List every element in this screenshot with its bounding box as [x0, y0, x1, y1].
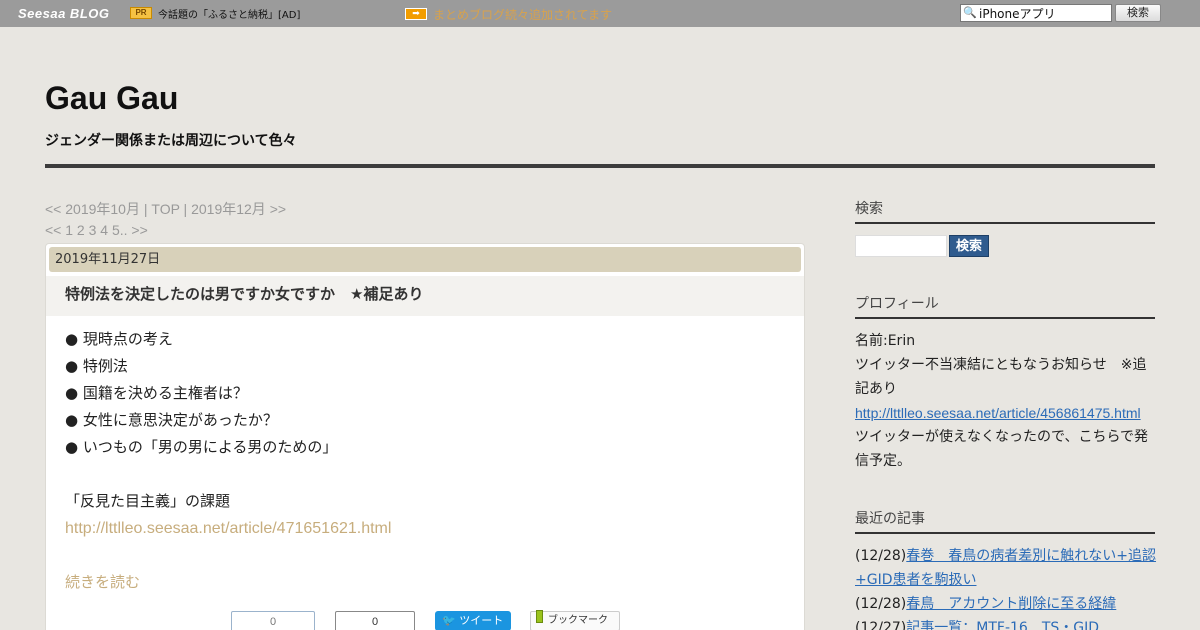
blog-description: ジェンダー関係または周辺について色々 [45, 133, 297, 149]
blog-title[interactable]: Gau Gau [45, 80, 178, 117]
pager-separator: | [179, 201, 192, 217]
list-item: (12/28)春巻 春鳥の病者差別に触れない+追認 [855, 544, 1156, 568]
list-item: (12/28)春鳥 アカウント削除に至る経緯 [855, 592, 1155, 616]
twitter-bird-icon: 🐦 [442, 614, 456, 627]
pr-badge: PR [130, 7, 152, 19]
article-link[interactable]: http://lttlleo.seesaa.net/article/471651… [65, 520, 391, 537]
page-pager[interactable]: << 1 2 3 4 5.. >> [45, 222, 148, 238]
sidebar-search-button[interactable]: 検索 [949, 235, 989, 257]
bookmark-flag-icon [536, 610, 543, 623]
bookmark-button[interactable]: ブックマーク [530, 610, 620, 630]
sidebar-search-input[interactable] [855, 235, 947, 257]
list-item: ● いつもの「男の男による男のための」 [65, 438, 338, 456]
sidebar-recent-heading: 最近の記事 [855, 510, 1155, 534]
top-bar: Seesaa BLOG PR 今話題の「ふるさと納税」[AD] ➡ まとめブログ… [0, 0, 1200, 27]
bookmark-label: ブックマーク [548, 615, 608, 626]
list-item: (12/27)記事一覧：MTF-16 TS・GID [855, 616, 1155, 630]
list-item: ● 特例法 [65, 357, 128, 375]
recent-article-link[interactable]: 記事一覧：MTF-16 TS・GID [906, 620, 1099, 630]
header-divider [45, 164, 1155, 168]
list-item: +GID患者を駒扱い [855, 568, 1155, 592]
read-more-link[interactable]: 続きを読む [65, 573, 140, 591]
recent-article-link[interactable]: +GID患者を駒扱い [855, 572, 977, 588]
recent-date: (12/27) [855, 620, 907, 630]
recent-article-link[interactable]: 春鳥 アカウント削除に至る経緯 [906, 596, 1116, 612]
arrow-right-icon: ➡ [405, 8, 427, 20]
list-item: ● 女性に意思決定があったか？ [65, 411, 278, 429]
top-search-button[interactable]: 検索 [1115, 4, 1161, 22]
profile-line: 記あり [855, 381, 897, 397]
recent-date: (12/28) [855, 548, 907, 564]
recent-article-link[interactable]: 春巻 春鳥の病者差別に触れない+追認 [906, 548, 1156, 564]
share-count[interactable]: 0 [231, 611, 315, 630]
recent-date: (12/28) [855, 596, 907, 612]
pager-separator: | [139, 201, 152, 217]
top-search-box: 🔍 [960, 4, 1112, 22]
article-card: 2019年11月27日 特例法を決定したのは男ですか女ですか ★補足あり ● 現… [45, 243, 805, 630]
search-icon: 🔍 [963, 6, 977, 19]
sidebar-profile-heading: プロフィール [855, 295, 1155, 319]
profile-line: ツイッター不当凍結にともなうお知らせ ※追 [855, 357, 1147, 373]
recent-articles-list: (12/28)春巻 春鳥の病者差別に触れない+追認 +GID患者を駒扱い (12… [855, 544, 1156, 630]
next-month-link[interactable]: 2019年12月 >> [191, 201, 286, 217]
month-pager: << 2019年10月 | TOP | 2019年12月 >> [45, 199, 286, 219]
tweet-label: ツイート [459, 614, 504, 627]
profile-link[interactable]: http://lttlleo.seesaa.net/article/456861… [855, 405, 1141, 421]
profile-line: 名前:Erin [855, 333, 916, 349]
sidebar-search-heading: 検索 [855, 200, 1155, 224]
profile-text: 名前:Erin ツイッター不当凍結にともなうお知らせ ※追 記あり http:/… [855, 329, 1155, 473]
tweet-button[interactable]: 🐦 ツイート [435, 611, 511, 630]
prev-month-link[interactable]: << 2019年10月 [45, 201, 140, 217]
list-item: ● 国籍を決める主権者は？ [65, 384, 248, 402]
top-link[interactable]: TOP [151, 201, 179, 217]
article-date: 2019年11月27日 [49, 247, 801, 272]
news-link[interactable]: まとめブログ続々追加されてます [433, 6, 612, 23]
list-item: ● 現時点の考え [65, 330, 173, 348]
top-search-input[interactable] [979, 5, 1109, 21]
article-body: ● 現時点の考え ● 特例法 ● 国籍を決める主権者は？ ● 女性に意思決定があ… [65, 326, 785, 596]
article-title[interactable]: 特例法を決定したのは男ですか女ですか ★補足あり [46, 276, 804, 316]
ad-link[interactable]: 今話題の「ふるさと納税」[AD] [158, 6, 300, 21]
article-subheading: 「反見た目主義」の課題 [65, 492, 231, 510]
share-count[interactable]: 0 [335, 611, 415, 630]
seesaa-blog-logo[interactable]: Seesaa BLOG [18, 6, 110, 21]
profile-line: 信予定。 [855, 453, 911, 469]
profile-line: ツイッターが使えなくなったので、こちらで発 [855, 429, 1149, 445]
